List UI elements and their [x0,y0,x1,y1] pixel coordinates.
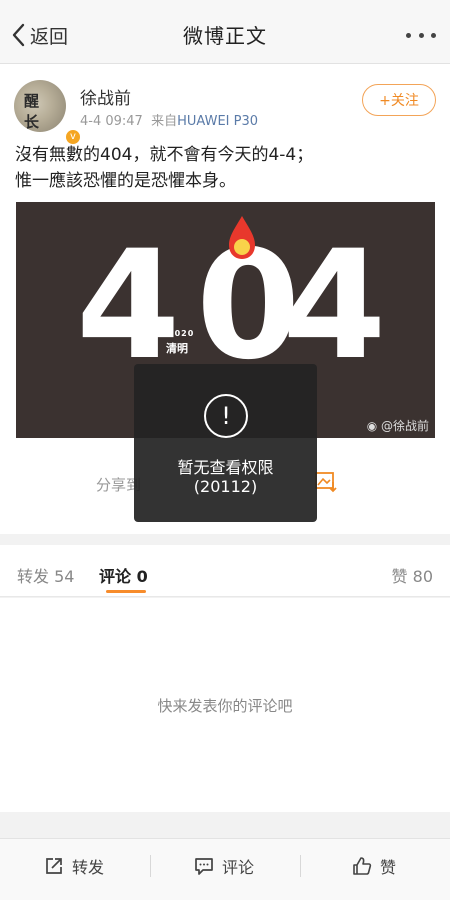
digit: 4 [76,219,181,393]
source-prefix: 来自 [151,114,178,129]
divider [300,855,301,877]
comment-count: 0 [136,567,148,586]
like-label: 赞 [380,858,397,877]
repost-count: 54 [54,567,75,586]
image-year: 2020 [168,329,195,338]
post-text-line: 沒有無數的404，就不會有今天的4-4； [15,145,314,165]
interaction-tabs: 转发 54 评论 0 赞 80 [0,545,450,597]
tab-comment[interactable]: 评论 0 [99,563,148,587]
divider [150,855,151,877]
image-watermark: ◉ @徐战前 [366,419,429,433]
tab-repost[interactable]: 转发 54 [17,563,74,587]
repost-button[interactable]: 转发 [44,855,104,877]
post-text-line: 惟一應該恐懼的是恐懼本身。 [15,171,236,191]
like-count: 80 [412,567,433,586]
candle-flame-icon [229,216,255,259]
comment-label: 评论 [222,858,255,877]
follow-label: +关注 [379,93,419,109]
avatar-calligraphy: 醒 长 [24,92,44,131]
device-link[interactable]: HUAWEI P30 [177,114,258,129]
exclamation-circle-icon: ! [204,394,248,438]
page-title: 微博正文 [183,24,267,48]
post-text: 沒有無數的404，就不會有今天的4-4； 惟一應該恐懼的是恐懼本身。 [15,142,435,194]
comment-icon [195,858,213,875]
nav-bar: 返回 微博正文 [0,0,450,64]
post-date: 4-4 09:47 [80,114,143,129]
tab-like[interactable]: 赞 80 [392,563,433,587]
avatar[interactable]: 醒 长 v [14,80,82,146]
bottom-action-bar: 转发 评论 赞 [0,838,450,900]
post-meta: 4-4 09:47 来自HUAWEI P30 [80,110,258,129]
save-image-icon[interactable] [314,470,338,494]
empty-comments-text: 快来发表你的评论吧 [157,697,293,715]
digit: 4 [282,219,387,393]
author-name[interactable]: 徐战前 [80,84,131,109]
repost-icon [46,858,62,874]
toast-code: (20112) [193,477,258,496]
toast-message: 暂无查看权限 [177,458,274,477]
comments-area: 快来发表你的评论吧 [0,598,450,812]
repost-label: 转发 [72,858,105,877]
weibo-logo-icon: ◉ [366,419,381,433]
more-dots-icon[interactable] [406,26,436,44]
thumbs-up-icon [353,857,372,875]
comment-button[interactable]: 评论 [194,855,254,877]
follow-button[interactable]: +关注 [362,84,436,116]
permission-toast: ! 暂无查看权限 (20112) [134,364,317,522]
image-festival: 清明 [166,342,188,355]
active-tab-indicator [106,590,146,593]
like-button[interactable]: 赞 [352,855,396,877]
